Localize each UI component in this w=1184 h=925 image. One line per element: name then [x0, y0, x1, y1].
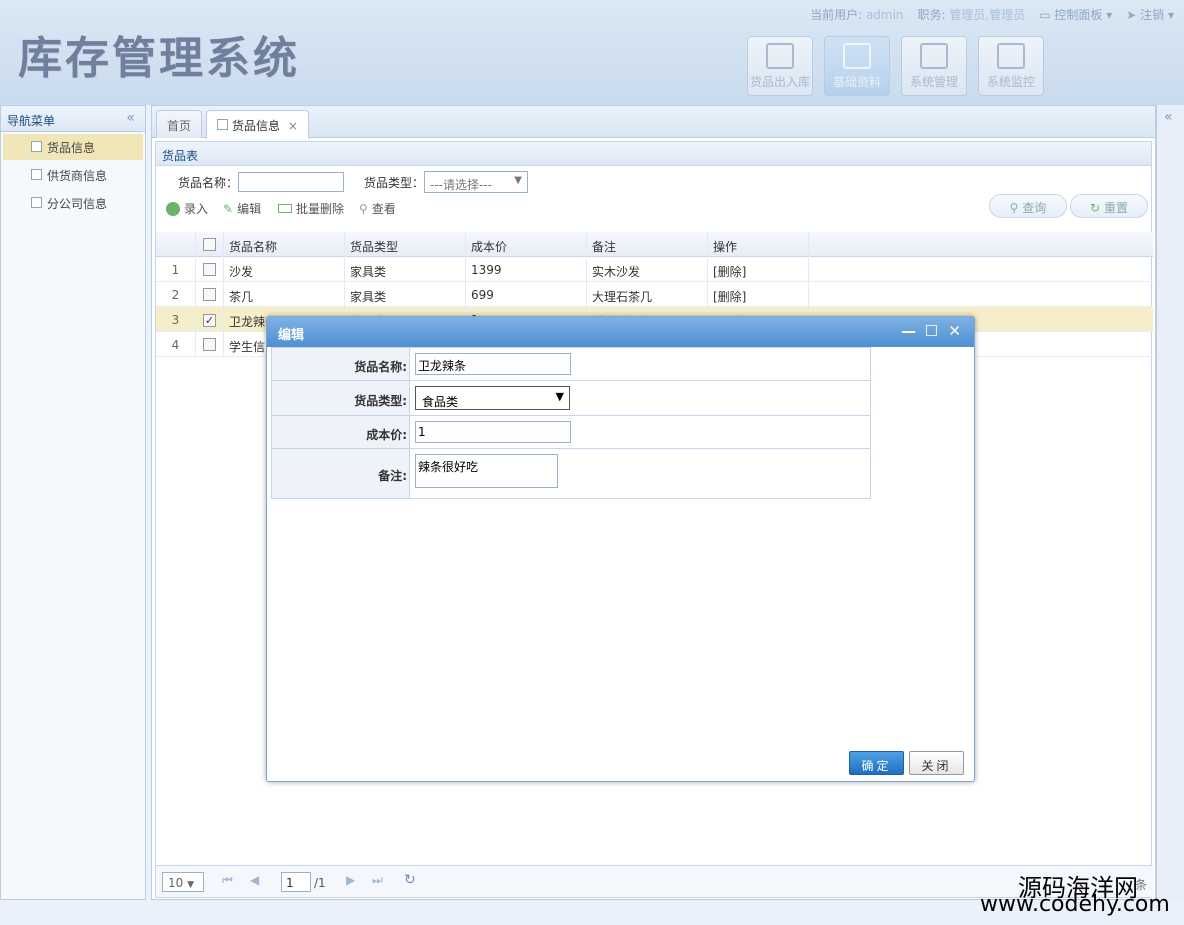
search-name-label: 货品名称：	[178, 176, 239, 190]
remove-icon	[278, 204, 292, 213]
total-pages: /1	[314, 876, 326, 890]
search-icon: ⚲	[1009, 201, 1019, 215]
page-icon	[31, 141, 42, 152]
pencil-icon: ✎	[223, 201, 234, 216]
sidebar: 导航菜单 « 货品信息 供货商信息 分公司信息	[0, 105, 146, 900]
sidebar-item-supplier[interactable]: 供货商信息	[3, 162, 143, 188]
page-size-select[interactable]: 10 ▼	[162, 872, 204, 892]
next-page-icon[interactable]: ▶	[346, 873, 355, 887]
first-page-icon[interactable]: ⏮	[222, 873, 233, 888]
cost-label: 成本价:	[272, 416, 410, 448]
edit-icon	[843, 43, 871, 69]
page-number-input[interactable]: 1	[281, 872, 311, 892]
reset-button[interactable]: ↻ 重置	[1070, 194, 1148, 218]
dialog-title-bar: 编辑 — ☐ ✕	[267, 317, 974, 347]
type-select[interactable]: 食品类 ▼	[415, 386, 570, 410]
plus-icon	[166, 201, 180, 216]
delete-link[interactable]: [删除]	[708, 257, 809, 282]
column-header[interactable]: 操作	[708, 232, 809, 257]
search-icon: ⚲	[359, 201, 368, 216]
user-role: 职务: 管理员,管理员	[917, 8, 1026, 22]
right-collapsed-panel: «	[1156, 105, 1184, 900]
remark-textarea[interactable]: 辣条很好吃	[415, 454, 558, 488]
row-checkbox[interactable]: ✓	[203, 314, 216, 327]
form-row-name: 货品名称: 卫龙辣条	[272, 348, 870, 381]
nav-goods-inout-button[interactable]: 货品出入库	[747, 36, 813, 96]
tab-bar: 首页 货品信息 ×	[152, 106, 1155, 139]
search-type-label: 货品类型：	[364, 176, 425, 190]
row-checkbox[interactable]	[203, 288, 216, 301]
chevron-down-icon: ▼	[514, 175, 522, 186]
form-row-remark: 备注: 辣条很好吃	[272, 449, 870, 498]
search-bar: 货品名称： 货品类型： ---请选择--- ▼	[156, 166, 1151, 194]
remark-label: 备注:	[272, 449, 410, 498]
table-row[interactable]: 1 沙发 家具类 1399 实木沙发 [删除]	[156, 257, 1153, 282]
sidebar-title: 导航菜单 «	[1, 106, 145, 132]
search-type-select[interactable]: ---请选择--- ▼	[424, 171, 528, 193]
edit-dialog: 编辑 — ☐ ✕ 货品名称: 卫龙辣条 货品类型: 食品类 ▼ 成本价: 1 备注…	[266, 316, 975, 782]
minimize-icon[interactable]: —	[901, 322, 916, 340]
close-icon[interactable]: ✕	[948, 322, 961, 340]
dialog-title: 编辑	[278, 328, 305, 343]
control-panel-menu[interactable]: ▭ 控制面板 ▾	[1039, 6, 1112, 23]
column-header[interactable]: 备注	[587, 232, 708, 257]
watermark-url: www.codehy.com	[980, 892, 1170, 917]
delete-link[interactable]: [删除]	[708, 282, 809, 307]
table-header: 货品名称 货品类型 成本价 备注 操作	[156, 232, 1153, 257]
chevron-down-icon: ▼	[555, 390, 564, 403]
collapse-left-icon[interactable]: «	[126, 110, 135, 126]
current-user: 当前用户: admin	[810, 8, 904, 22]
toolbar: 录入 ✎ 编辑 批量删除 ⚲ 查看 ⚲ 查询 ↻ 重置	[156, 194, 1151, 222]
user-info-bar: 当前用户: admin 职务: 管理员,管理员 ▭ 控制面板 ▾ ➤ 注销 ▾	[810, 6, 1174, 23]
nav-system-manage-button[interactable]: 系统管理	[901, 36, 967, 96]
column-header[interactable]: 货品类型	[345, 232, 466, 257]
table-row[interactable]: 2 茶几 家具类 699 大理石茶几 [删除]	[156, 282, 1153, 307]
refresh-icon: ↻	[1090, 201, 1101, 215]
column-header[interactable]: 成本价	[466, 232, 587, 257]
row-checkbox[interactable]	[203, 263, 216, 276]
name-input[interactable]: 卫龙辣条	[415, 353, 571, 375]
tab-goods-info[interactable]: 货品信息 ×	[206, 110, 309, 139]
nav-basic-data-button[interactable]: 基础资料	[824, 36, 890, 96]
page-icon	[31, 169, 42, 180]
last-page-icon[interactable]: ⏭	[372, 873, 383, 888]
name-label: 货品名称:	[272, 348, 410, 380]
column-header[interactable]: 货品名称	[224, 232, 345, 257]
logout-menu[interactable]: ➤ 注销 ▾	[1126, 6, 1174, 23]
confirm-button[interactable]: 确定	[849, 751, 904, 775]
expand-right-icon[interactable]: «	[1164, 109, 1173, 125]
settings-sliders-icon	[920, 43, 948, 69]
search-name-input[interactable]	[238, 172, 344, 192]
app-logo: 库存管理系统	[18, 33, 300, 84]
edit-button[interactable]: ✎ 编辑	[223, 200, 261, 217]
row-checkbox[interactable]	[203, 338, 216, 351]
edit-icon	[766, 43, 794, 69]
chevron-down-icon: ▼	[187, 880, 195, 890]
panel-title: 货品表	[156, 142, 1151, 166]
prev-page-icon[interactable]: ◀	[250, 873, 259, 887]
batch-delete-button[interactable]: 批量删除	[278, 200, 344, 217]
type-label: 货品类型:	[272, 381, 410, 415]
tab-home[interactable]: 首页	[156, 110, 203, 138]
edit-form: 货品名称: 卫龙辣条 货品类型: 食品类 ▼ 成本价: 1 备注: 辣条很好吃	[271, 347, 871, 499]
add-button[interactable]: 录入	[166, 200, 208, 217]
form-row-cost: 成本价: 1	[272, 416, 870, 449]
sidebar-item-branch[interactable]: 分公司信息	[3, 190, 143, 216]
view-button[interactable]: ⚲ 查看	[359, 200, 396, 217]
sidebar-item-goods[interactable]: 货品信息	[3, 134, 143, 160]
form-row-type: 货品类型: 食品类 ▼	[272, 381, 870, 416]
close-button[interactable]: 关闭	[909, 751, 964, 775]
refresh-icon[interactable]: ↻	[404, 872, 416, 888]
app-header: 库存管理系统 当前用户: admin 职务: 管理员,管理员 ▭ 控制面板 ▾ …	[0, 0, 1184, 105]
select-all-checkbox[interactable]	[203, 238, 216, 251]
monitor-icon	[997, 43, 1025, 69]
close-tab-icon[interactable]: ×	[288, 119, 298, 133]
query-button[interactable]: ⚲ 查询	[989, 194, 1067, 218]
nav-system-monitor-button[interactable]: 系统监控	[978, 36, 1044, 96]
maximize-icon[interactable]: ☐	[925, 322, 938, 340]
page-icon	[217, 119, 228, 130]
cost-input[interactable]: 1	[415, 421, 571, 443]
page-icon	[31, 197, 42, 208]
